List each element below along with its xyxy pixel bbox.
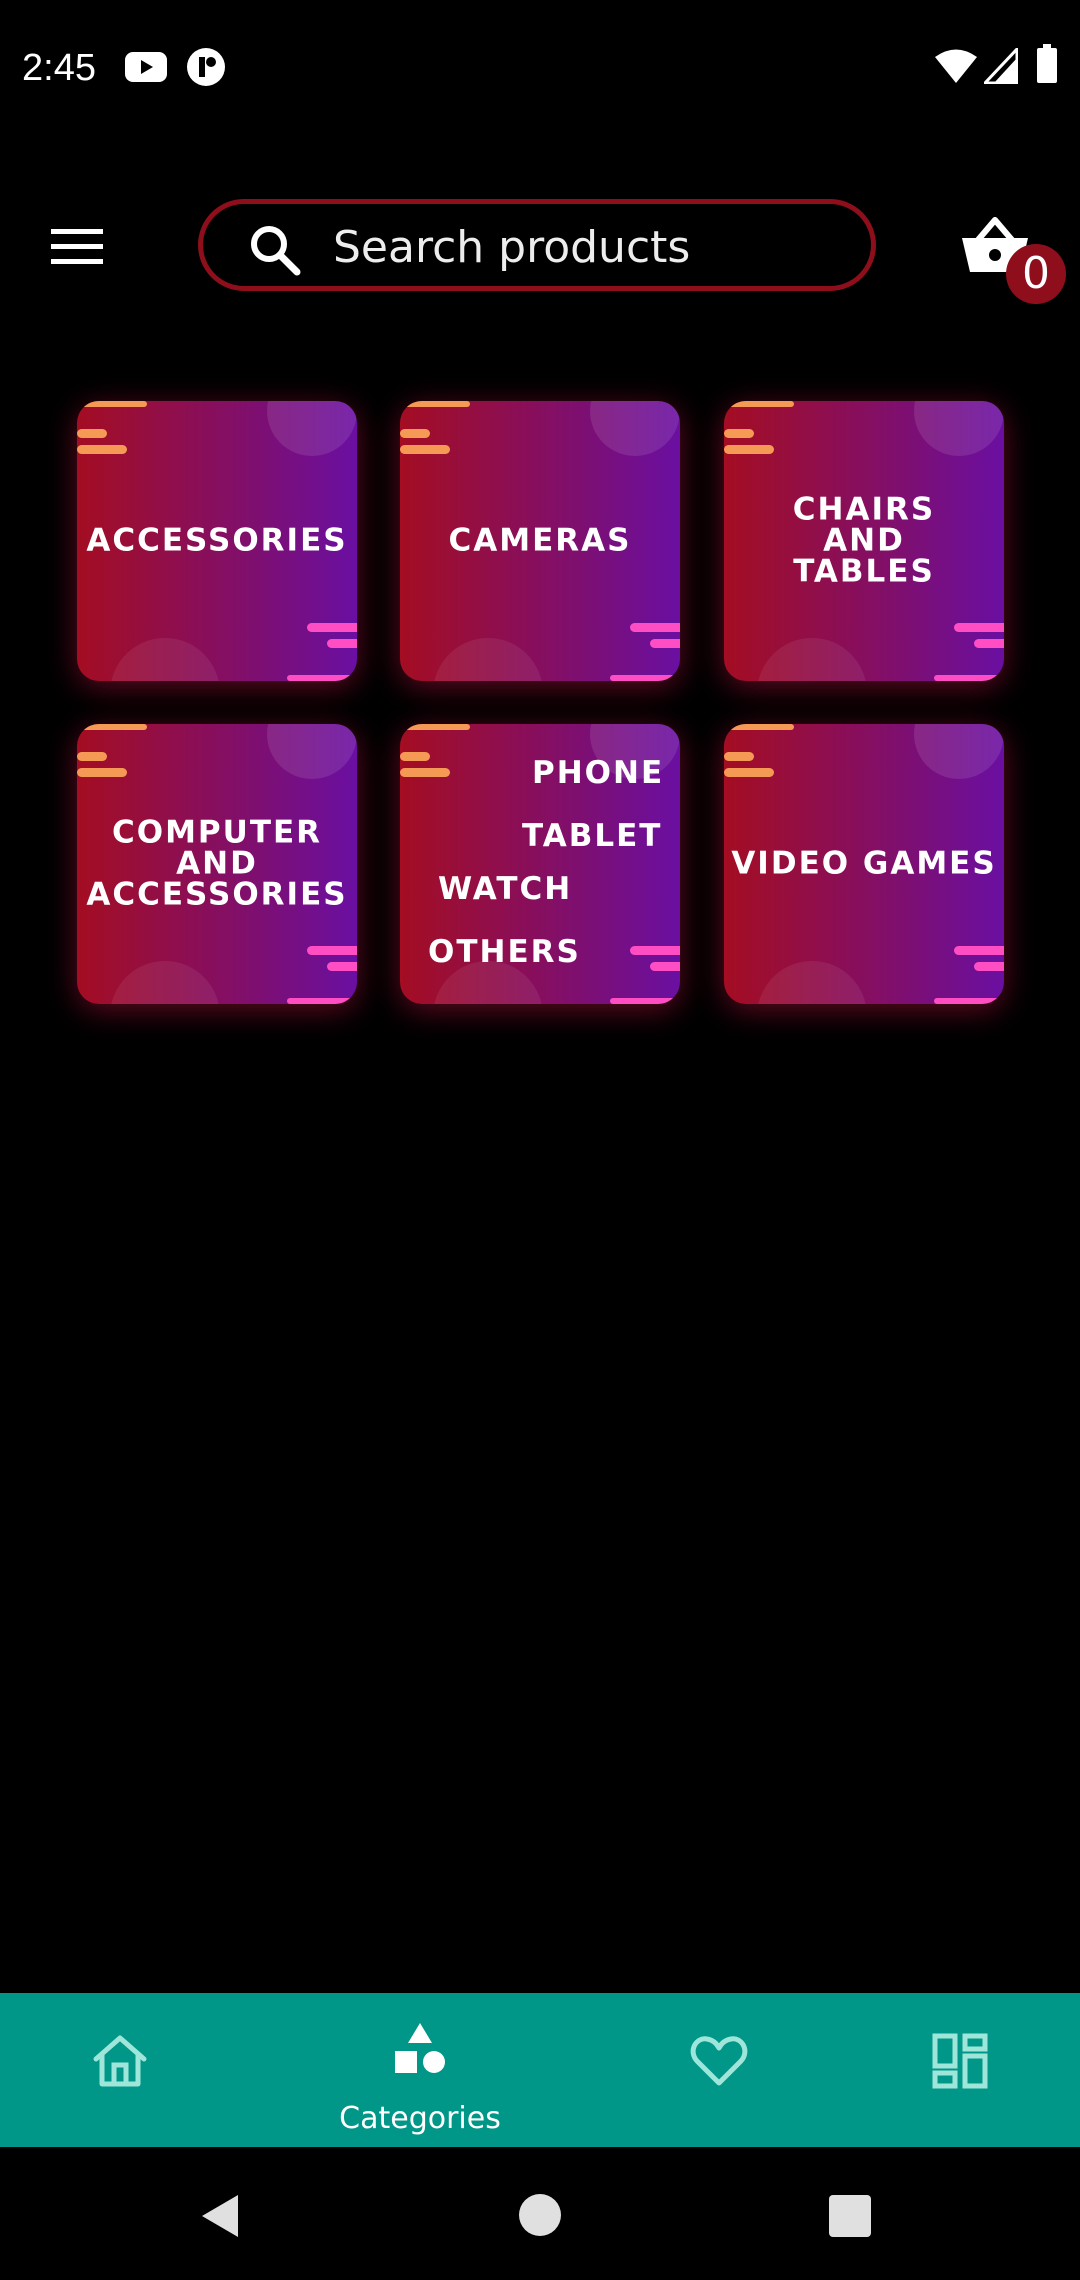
nav-item-categories[interactable]: Categories [320,1993,520,2147]
recents-square-icon[interactable] [828,2194,872,2238]
bottom-navigation: Categories [0,1993,1080,2147]
youtube-icon [125,52,167,82]
app-notification-icon [187,48,225,86]
hamburger-menu-icon [51,229,103,264]
category-label: Cameras [448,522,632,559]
category-tile-video-games[interactable]: Video Games [724,724,1004,1004]
category-label: Video Games [731,845,997,882]
category-tile-computer-and-accessories[interactable]: Computer and Accessories [77,724,357,1004]
category-label: Accessories [86,522,348,559]
status-bar: 2:45 [0,0,1080,134]
battery-icon [1037,44,1057,83]
dashboard-icon [932,2033,988,2089]
search-input[interactable] [333,212,853,282]
nav-item-dashboard[interactable] [880,1993,1040,2147]
categories-shapes-icon [395,2023,445,2073]
nav-label-categories: Categories [339,2101,501,2136]
back-triangle-icon[interactable] [196,2191,246,2241]
category-tile-accessories[interactable]: Accessories [77,401,357,681]
category-tile-chairs-and-tables[interactable]: Chairs and Tables [724,401,1004,681]
category-label-others: Others [428,934,581,970]
heart-icon [690,2036,748,2086]
category-label-watch: Watch [438,871,573,907]
home-circle-icon[interactable] [517,2192,563,2238]
nav-item-favorites[interactable] [640,1993,800,2147]
menu-button[interactable] [30,200,124,294]
cart-count-badge: 0 [1006,244,1066,304]
category-label: Chairs and Tables [792,491,936,590]
nav-item-home[interactable] [40,1993,200,2147]
cellular-signal-icon [984,48,1018,84]
search-icon [251,226,301,276]
status-time: 2:45 [22,47,96,89]
cart-button[interactable]: 0 [958,200,1068,310]
search-bar[interactable] [198,199,876,291]
category-tile-phone-tablet-watch-others[interactable]: Phone Tablet Watch Others [400,724,680,1004]
category-label-phone: Phone [532,755,665,791]
category-label-tablet: Tablet [522,818,663,854]
category-tile-cameras[interactable]: Cameras [400,401,680,681]
wifi-icon [935,49,977,83]
category-label: Computer and Accessories [86,814,348,913]
system-navigation-bar [0,2147,1080,2280]
home-icon [93,2035,147,2087]
